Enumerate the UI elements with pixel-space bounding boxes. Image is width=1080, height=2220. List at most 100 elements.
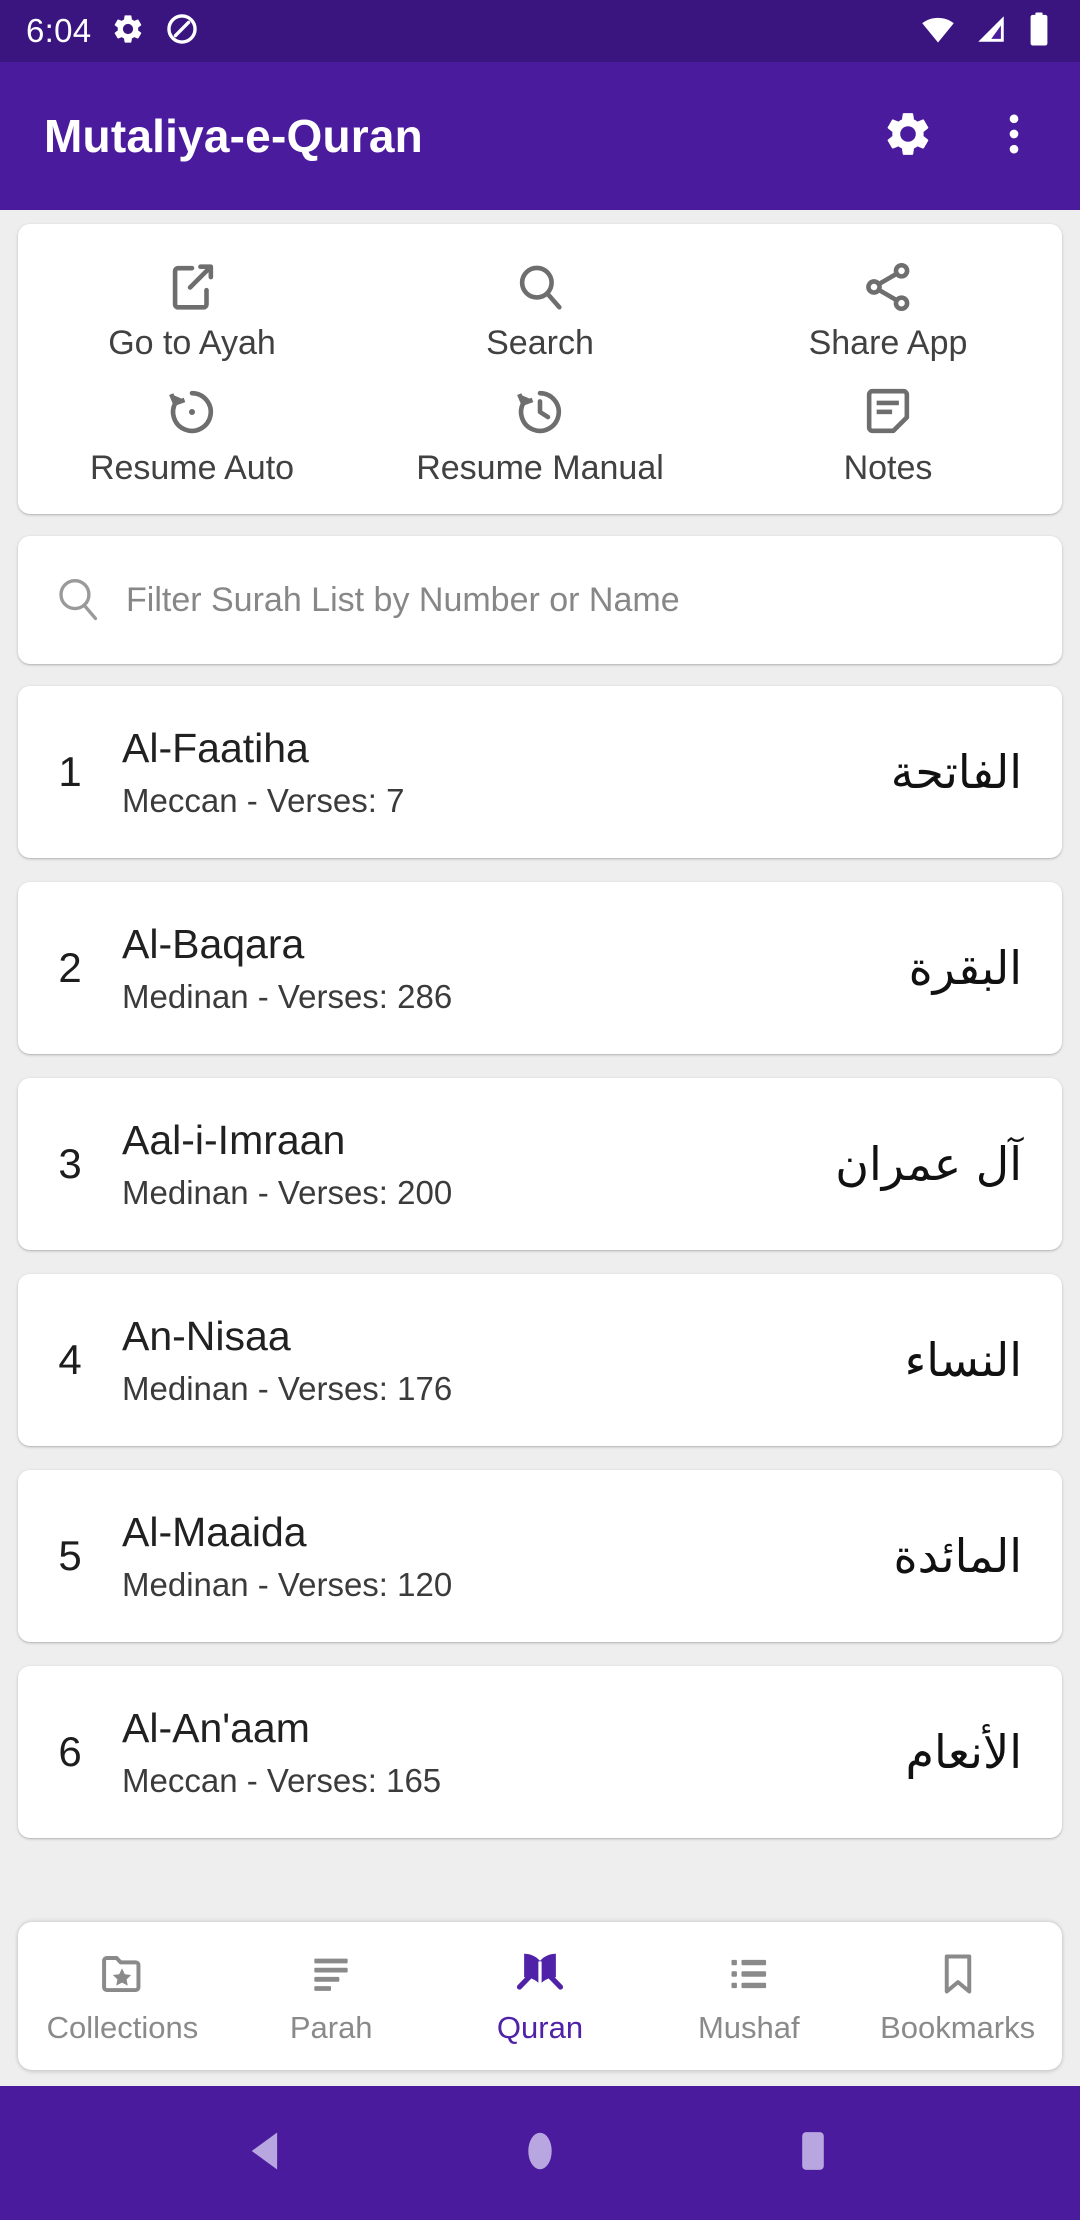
surah-name: Al-Baqara	[122, 920, 305, 967]
resume-auto-button[interactable]: Resume Auto	[18, 371, 366, 496]
status-time: 6:04	[26, 12, 92, 49]
surah-arabic-name: الأنعام	[905, 1725, 1022, 1779]
surah-text-block: Al-Faatiha Meccan - Verses: 7	[122, 725, 891, 820]
quick-actions-card: Go to Ayah Search Share App Resume Auto …	[18, 224, 1062, 514]
resume-manual-button[interactable]: Resume Manual	[366, 371, 714, 496]
nav-label: Bookmarks	[880, 2010, 1036, 2045]
quick-action-label: Go to Ayah	[108, 324, 276, 362]
search-input[interactable]: Filter Surah List by Number or Name	[18, 536, 1062, 664]
home-circle-icon	[513, 2124, 567, 2183]
list-icon	[724, 1946, 774, 2002]
surah-meta: Meccan - Verses: 7	[122, 781, 405, 819]
quick-action-label: Search	[486, 324, 594, 362]
share-app-button[interactable]: Share App	[714, 246, 1062, 371]
surah-name: Al-An'aam	[122, 1704, 310, 1751]
surah-number: 6	[58, 1728, 82, 1775]
surah-number: 1	[58, 748, 82, 795]
gear-icon	[111, 12, 145, 51]
surah-arabic-name: المائدة	[893, 1529, 1022, 1583]
surah-arabic-name: البقرة	[908, 941, 1022, 995]
surah-name: An-Nisaa	[122, 1312, 291, 1359]
status-bar: 6:04	[0, 0, 1080, 62]
quick-actions-row-1: Go to Ayah Search Share App	[18, 246, 1062, 371]
do-not-disturb-icon	[165, 12, 199, 51]
surah-meta: Medinan - Verses: 200	[122, 1173, 453, 1211]
surah-meta: Meccan - Verses: 165	[122, 1761, 442, 1799]
surah-text-block: Al-Baqara Medinan - Verses: 286	[122, 921, 909, 1016]
wifi-icon	[920, 11, 956, 52]
surah-text-block: Aal-i-Imraan Medinan - Verses: 200	[122, 1117, 835, 1212]
surah-number: 5	[58, 1532, 82, 1579]
open-in-new-icon	[163, 256, 221, 318]
surah-list-item[interactable]: 1 Al-Faatiha Meccan - Verses: 7 الفاتحة	[18, 686, 1062, 858]
bottom-nav-container: Collections Parah Quran Mushaf Bookmarks	[0, 1922, 1080, 2086]
nav-label: Parah	[289, 2010, 373, 2045]
nav-item-bookmarks[interactable]: Bookmarks	[853, 1922, 1062, 2070]
bottom-navigation-bar: Collections Parah Quran Mushaf Bookmarks	[18, 1922, 1062, 2070]
history-icon	[511, 381, 569, 443]
overflow-menu-button[interactable]	[982, 102, 1046, 171]
status-bar-left: 6:04	[26, 12, 199, 51]
nav-label: Quran	[496, 2010, 584, 2045]
search-icon	[48, 573, 110, 627]
quick-actions-row-2: Resume Auto Resume Manual Notes	[18, 371, 1062, 496]
surah-list-item[interactable]: 2 Al-Baqara Medinan - Verses: 286 البقرة	[18, 882, 1062, 1054]
surah-number: 3	[58, 1140, 82, 1187]
main-content: Go to Ayah Search Share App Resume Auto …	[0, 210, 1080, 1922]
bookmark-icon	[933, 1946, 983, 2002]
nav-item-quran[interactable]: Quran	[436, 1922, 645, 2070]
surah-meta: Medinan - Verses: 286	[122, 977, 453, 1015]
quran-book-icon	[512, 1946, 568, 2002]
recents-button[interactable]	[758, 2098, 868, 2208]
gear-icon	[882, 108, 934, 165]
surah-list-item[interactable]: 5 Al-Maaida Medinan - Verses: 120 المائد…	[18, 1470, 1062, 1642]
battery-icon	[1026, 11, 1052, 52]
nav-item-mushaf[interactable]: Mushaf	[644, 1922, 853, 2070]
quick-action-label: Resume Auto	[89, 449, 295, 487]
surah-arabic-name: الفاتحة	[890, 745, 1022, 799]
quick-action-label: Share App	[808, 324, 968, 362]
surah-meta: Medinan - Verses: 176	[122, 1369, 453, 1407]
quick-action-label: Notes	[843, 449, 933, 487]
search-button[interactable]: Search	[366, 246, 714, 371]
note-icon	[859, 381, 917, 443]
surah-number: 4	[58, 1336, 82, 1383]
cellular-signal-icon	[974, 12, 1008, 51]
back-button[interactable]	[212, 2098, 322, 2208]
more-vertical-icon	[988, 108, 1040, 165]
folder-star-icon	[97, 1946, 147, 2002]
share-icon	[859, 256, 917, 318]
surah-list-item[interactable]: 3 Aal-i-Imraan Medinan - Verses: 200 آل …	[18, 1078, 1062, 1250]
surah-number: 2	[58, 944, 82, 991]
surah-text-block: Al-An'aam Meccan - Verses: 165	[122, 1705, 905, 1800]
android-navigation-bar	[0, 2086, 1080, 2220]
surah-list-item[interactable]: 4 An-Nisaa Medinan - Verses: 176 النساء	[18, 1274, 1062, 1446]
search-input-placeholder: Filter Surah List by Number or Name	[126, 580, 680, 619]
quick-action-label: Resume Manual	[416, 449, 664, 487]
status-bar-right	[920, 11, 1052, 52]
nav-label: Mushaf	[697, 2010, 800, 2045]
surah-text-block: An-Nisaa Medinan - Verses: 176	[122, 1313, 905, 1408]
surah-arabic-name: النساء	[904, 1333, 1022, 1387]
surah-list[interactable]: 1 Al-Faatiha Meccan - Verses: 7 الفاتحة …	[0, 686, 1080, 1838]
app-bar-actions	[876, 102, 1046, 171]
home-button[interactable]	[485, 2098, 595, 2208]
app-screen: 6:04 Mutaliya-e-Quran Go to Ayah Search …	[0, 0, 1080, 2220]
surah-arabic-name: آل عمران	[835, 1137, 1022, 1191]
surah-text-block: Al-Maaida Medinan - Verses: 120	[122, 1509, 894, 1604]
surah-name: Aal-i-Imraan	[122, 1116, 346, 1163]
notes-button[interactable]: Notes	[714, 371, 1062, 496]
nav-label: Collections	[46, 2010, 199, 2045]
search-icon	[511, 256, 569, 318]
surah-meta: Medinan - Verses: 120	[122, 1565, 453, 1603]
surah-list-item[interactable]: 6 Al-An'aam Meccan - Verses: 165 الأنعام	[18, 1666, 1062, 1838]
nav-item-parah[interactable]: Parah	[227, 1922, 436, 2070]
nav-item-collections[interactable]: Collections	[18, 1922, 227, 2070]
page-title: Mutaliya-e-Quran	[44, 110, 423, 162]
settings-button[interactable]	[876, 102, 940, 171]
go-to-ayah-button[interactable]: Go to Ayah	[18, 246, 366, 371]
app-bar: Mutaliya-e-Quran	[0, 62, 1080, 210]
surah-name: Al-Faatiha	[122, 724, 309, 771]
back-triangle-icon	[240, 2124, 294, 2183]
recents-square-icon	[786, 2124, 840, 2183]
